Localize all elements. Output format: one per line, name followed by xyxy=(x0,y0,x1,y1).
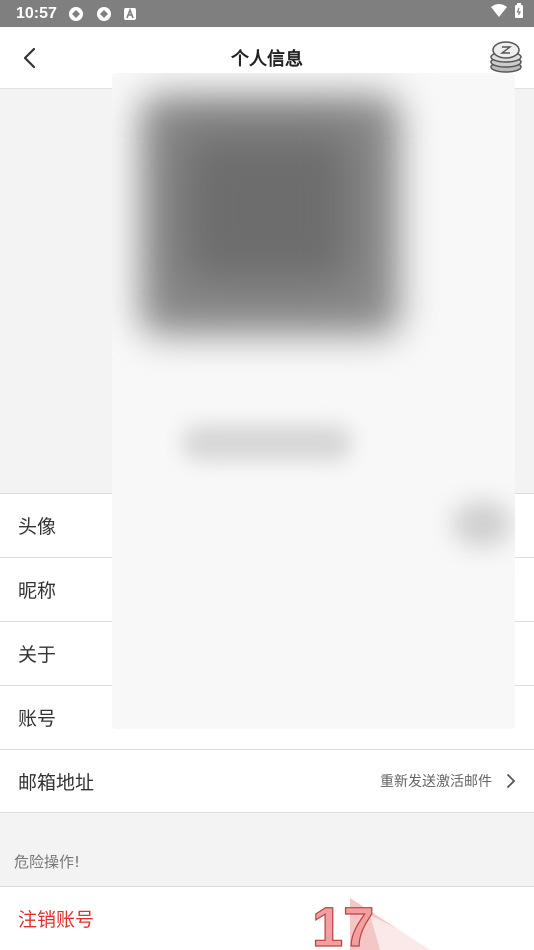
row-label-avatar: 头像 xyxy=(18,516,57,538)
row-label-account: 账号 xyxy=(18,708,57,730)
battery-icon xyxy=(514,3,524,24)
row-label-nickname: 昵称 xyxy=(18,580,57,602)
status-bar: 10:57 xyxy=(0,0,534,27)
resend-activation-text: 重新发送激活邮件 xyxy=(380,774,492,790)
sync-icon-2 xyxy=(95,5,113,23)
resend-activation-link[interactable]: 重新发送激活邮件 xyxy=(380,771,518,791)
row-label-about: 关于 xyxy=(18,644,57,666)
delete-account-label: 注销账号 xyxy=(18,909,95,931)
notification-a-icon xyxy=(123,7,137,21)
row-label-email: 邮箱地址 xyxy=(18,771,95,794)
blurred-overlay xyxy=(112,73,515,729)
blurred-qr-inner xyxy=(182,133,352,283)
wifi-icon xyxy=(490,4,508,23)
coins-icon[interactable] xyxy=(488,40,524,74)
danger-header-text: 危险操作! xyxy=(14,853,81,871)
row-email[interactable]: 邮箱地址 重新发送激活邮件 xyxy=(0,749,534,813)
page-title: 个人信息 xyxy=(231,48,303,70)
watermark-text: 17 xyxy=(312,895,374,950)
blurred-avatar-spot xyxy=(452,501,512,547)
danger-section-header: 危险操作! xyxy=(0,813,534,886)
delete-account-button[interactable]: 注销账号 xyxy=(0,886,534,950)
chevron-right-icon xyxy=(507,774,516,788)
watermark-logo: 17 xyxy=(311,894,440,950)
blurred-pill xyxy=(182,425,352,461)
back-arrow-icon[interactable] xyxy=(16,44,44,72)
sync-icon xyxy=(67,5,85,23)
status-time: 10:57 xyxy=(16,4,57,22)
